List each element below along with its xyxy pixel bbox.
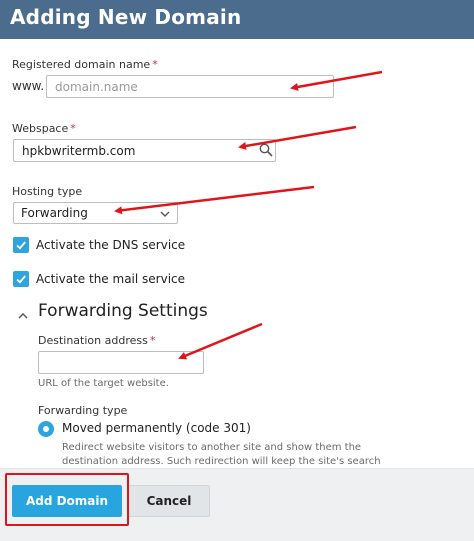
forwarding-type-label: Forwarding type <box>38 404 128 417</box>
page-title: Adding New Domain <box>10 5 242 29</box>
mail-checkbox-label[interactable]: Activate the mail service <box>36 272 185 286</box>
domain-name-label: Registered domain name * <box>12 58 158 71</box>
domain-name-input[interactable] <box>46 75 334 98</box>
webspace-label: Webspace * <box>12 122 76 135</box>
domain-name-label-text: Registered domain name <box>12 58 151 71</box>
search-icon[interactable] <box>258 142 274 158</box>
destination-address-input[interactable] <box>38 351 204 374</box>
chevron-up-icon[interactable] <box>17 306 29 325</box>
forwarding-settings-title[interactable]: Forwarding Settings <box>38 301 208 321</box>
checkmark-icon <box>16 275 26 284</box>
www-prefix: www. <box>12 79 45 93</box>
moved-permanently-radio[interactable] <box>38 421 54 437</box>
dns-checkbox[interactable] <box>13 237 29 253</box>
annotation-highlight-box <box>5 473 129 526</box>
mail-checkbox[interactable] <box>13 271 29 287</box>
required-mark: * <box>70 122 76 135</box>
chevron-down-icon <box>159 206 171 226</box>
webspace-label-text: Webspace <box>12 122 69 135</box>
required-mark: * <box>152 58 158 71</box>
cancel-button[interactable]: Cancel <box>128 485 210 517</box>
destination-hint: URL of the target website. <box>38 378 169 389</box>
destination-address-label-text: Destination address <box>38 334 148 347</box>
required-mark: * <box>149 334 156 347</box>
webspace-input[interactable] <box>13 139 276 162</box>
destination-address-label: Destination address * <box>38 334 155 347</box>
hosting-type-label: Hosting type <box>12 185 83 198</box>
page-header: Adding New Domain <box>0 0 474 39</box>
hosting-type-selected: Forwarding <box>21 206 88 220</box>
hosting-type-select[interactable]: Forwarding <box>13 202 178 224</box>
dns-checkbox-label[interactable]: Activate the DNS service <box>36 238 185 252</box>
moved-permanently-label[interactable]: Moved permanently (code 301) <box>62 421 251 435</box>
radio-selected-dot <box>43 426 49 432</box>
checkmark-icon <box>16 241 26 250</box>
